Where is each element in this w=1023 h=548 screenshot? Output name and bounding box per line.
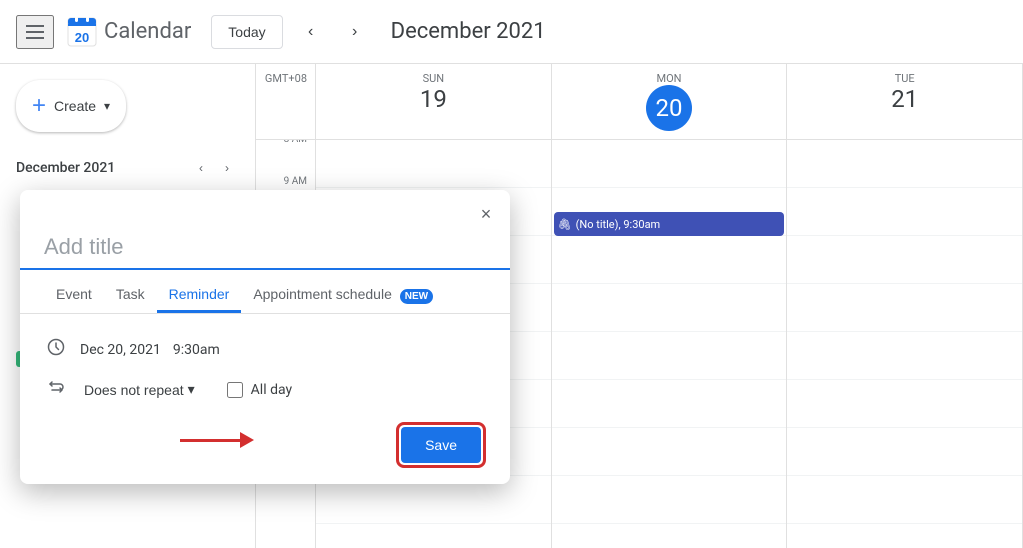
tab-task[interactable]: Task	[104, 278, 157, 313]
mon-num-today: 20	[646, 85, 692, 131]
mon-column: 🖇 (No title), 9:30am	[552, 140, 788, 548]
dropdown-arrow-icon: ▾	[104, 99, 110, 113]
event-icon: 🖇	[558, 218, 572, 231]
header-spacer: GMT+08	[256, 64, 316, 139]
mini-calendar-title: December 2021	[16, 160, 115, 176]
prev-month-button[interactable]: ‹	[295, 16, 327, 48]
save-button[interactable]: Save	[401, 427, 481, 463]
dialog-footer: Save	[20, 410, 510, 484]
mini-next-button[interactable]: ›	[215, 156, 239, 180]
create-button[interactable]: + Create ▾	[16, 80, 126, 132]
next-month-button[interactable]: ›	[339, 16, 371, 48]
arrow-head	[240, 432, 254, 448]
clock-icon	[44, 338, 68, 361]
calendar-logo-icon: 20	[66, 16, 98, 48]
mon-label: MON	[552, 72, 787, 85]
calendar-event[interactable]: 🖇 (No title), 9:30am	[554, 212, 785, 236]
event-dialog: × Event Task Reminder Appointment schedu…	[20, 190, 510, 484]
arrow-hint	[180, 432, 254, 448]
tue-num: 21	[787, 85, 1022, 113]
today-button[interactable]: Today	[211, 15, 282, 49]
event-title: (No title), 9:30am	[576, 218, 661, 231]
create-label: Create	[54, 98, 96, 114]
sun-num: 19	[316, 85, 551, 113]
allday-row: All day	[227, 382, 292, 398]
allday-label: All day	[251, 382, 292, 398]
tab-appointment[interactable]: Appointment schedule NEW	[241, 278, 445, 313]
day-headers-row: GMT+08 SUN 19 MON 20 TUE 21	[256, 64, 1023, 140]
tab-event[interactable]: Event	[44, 278, 104, 313]
app-header: 20 Calendar Today ‹ › December 2021	[0, 0, 1023, 64]
mini-calendar-header: December 2021 ‹ ›	[16, 156, 239, 180]
logo: 20 Calendar	[66, 16, 191, 48]
hamburger-button[interactable]	[16, 15, 54, 49]
plus-icon: +	[32, 92, 46, 120]
day-header-tue: TUE 21	[787, 64, 1023, 139]
svg-text:20: 20	[75, 30, 89, 45]
day-header-sun: SUN 19	[316, 64, 552, 139]
dialog-header: ×	[20, 190, 510, 230]
close-dialog-button[interactable]: ×	[470, 198, 502, 230]
gmt-label: GMT+08	[256, 64, 315, 85]
repeat-label: Does not repeat	[84, 382, 184, 398]
repeat-dropdown-button[interactable]: Does not repeat ▾	[80, 377, 199, 402]
tue-column	[787, 140, 1023, 548]
datetime-row: Dec 20, 2021 9:30am	[20, 330, 510, 369]
date-label[interactable]: Dec 20, 2021	[80, 342, 161, 358]
sun-label: SUN	[316, 72, 551, 85]
time-label[interactable]: 9:30am	[173, 342, 220, 358]
tue-label: TUE	[787, 72, 1022, 85]
logo-text: Calendar	[104, 19, 191, 44]
tabs-row: Event Task Reminder Appointment schedule…	[20, 278, 510, 314]
repeat-row: Does not repeat ▾ All day	[20, 369, 510, 410]
mini-prev-button[interactable]: ‹	[189, 156, 213, 180]
day-header-mon: MON 20	[552, 64, 788, 139]
arrow-body	[180, 439, 240, 442]
current-month-label: December 2021	[391, 19, 546, 44]
allday-checkbox[interactable]	[227, 382, 243, 398]
save-button-wrapper: Save	[396, 422, 486, 468]
repeat-icon	[44, 378, 68, 401]
tab-reminder[interactable]: Reminder	[157, 278, 242, 313]
title-input[interactable]	[20, 230, 510, 270]
repeat-dropdown-icon: ▾	[188, 381, 195, 398]
new-badge: NEW	[400, 289, 433, 304]
